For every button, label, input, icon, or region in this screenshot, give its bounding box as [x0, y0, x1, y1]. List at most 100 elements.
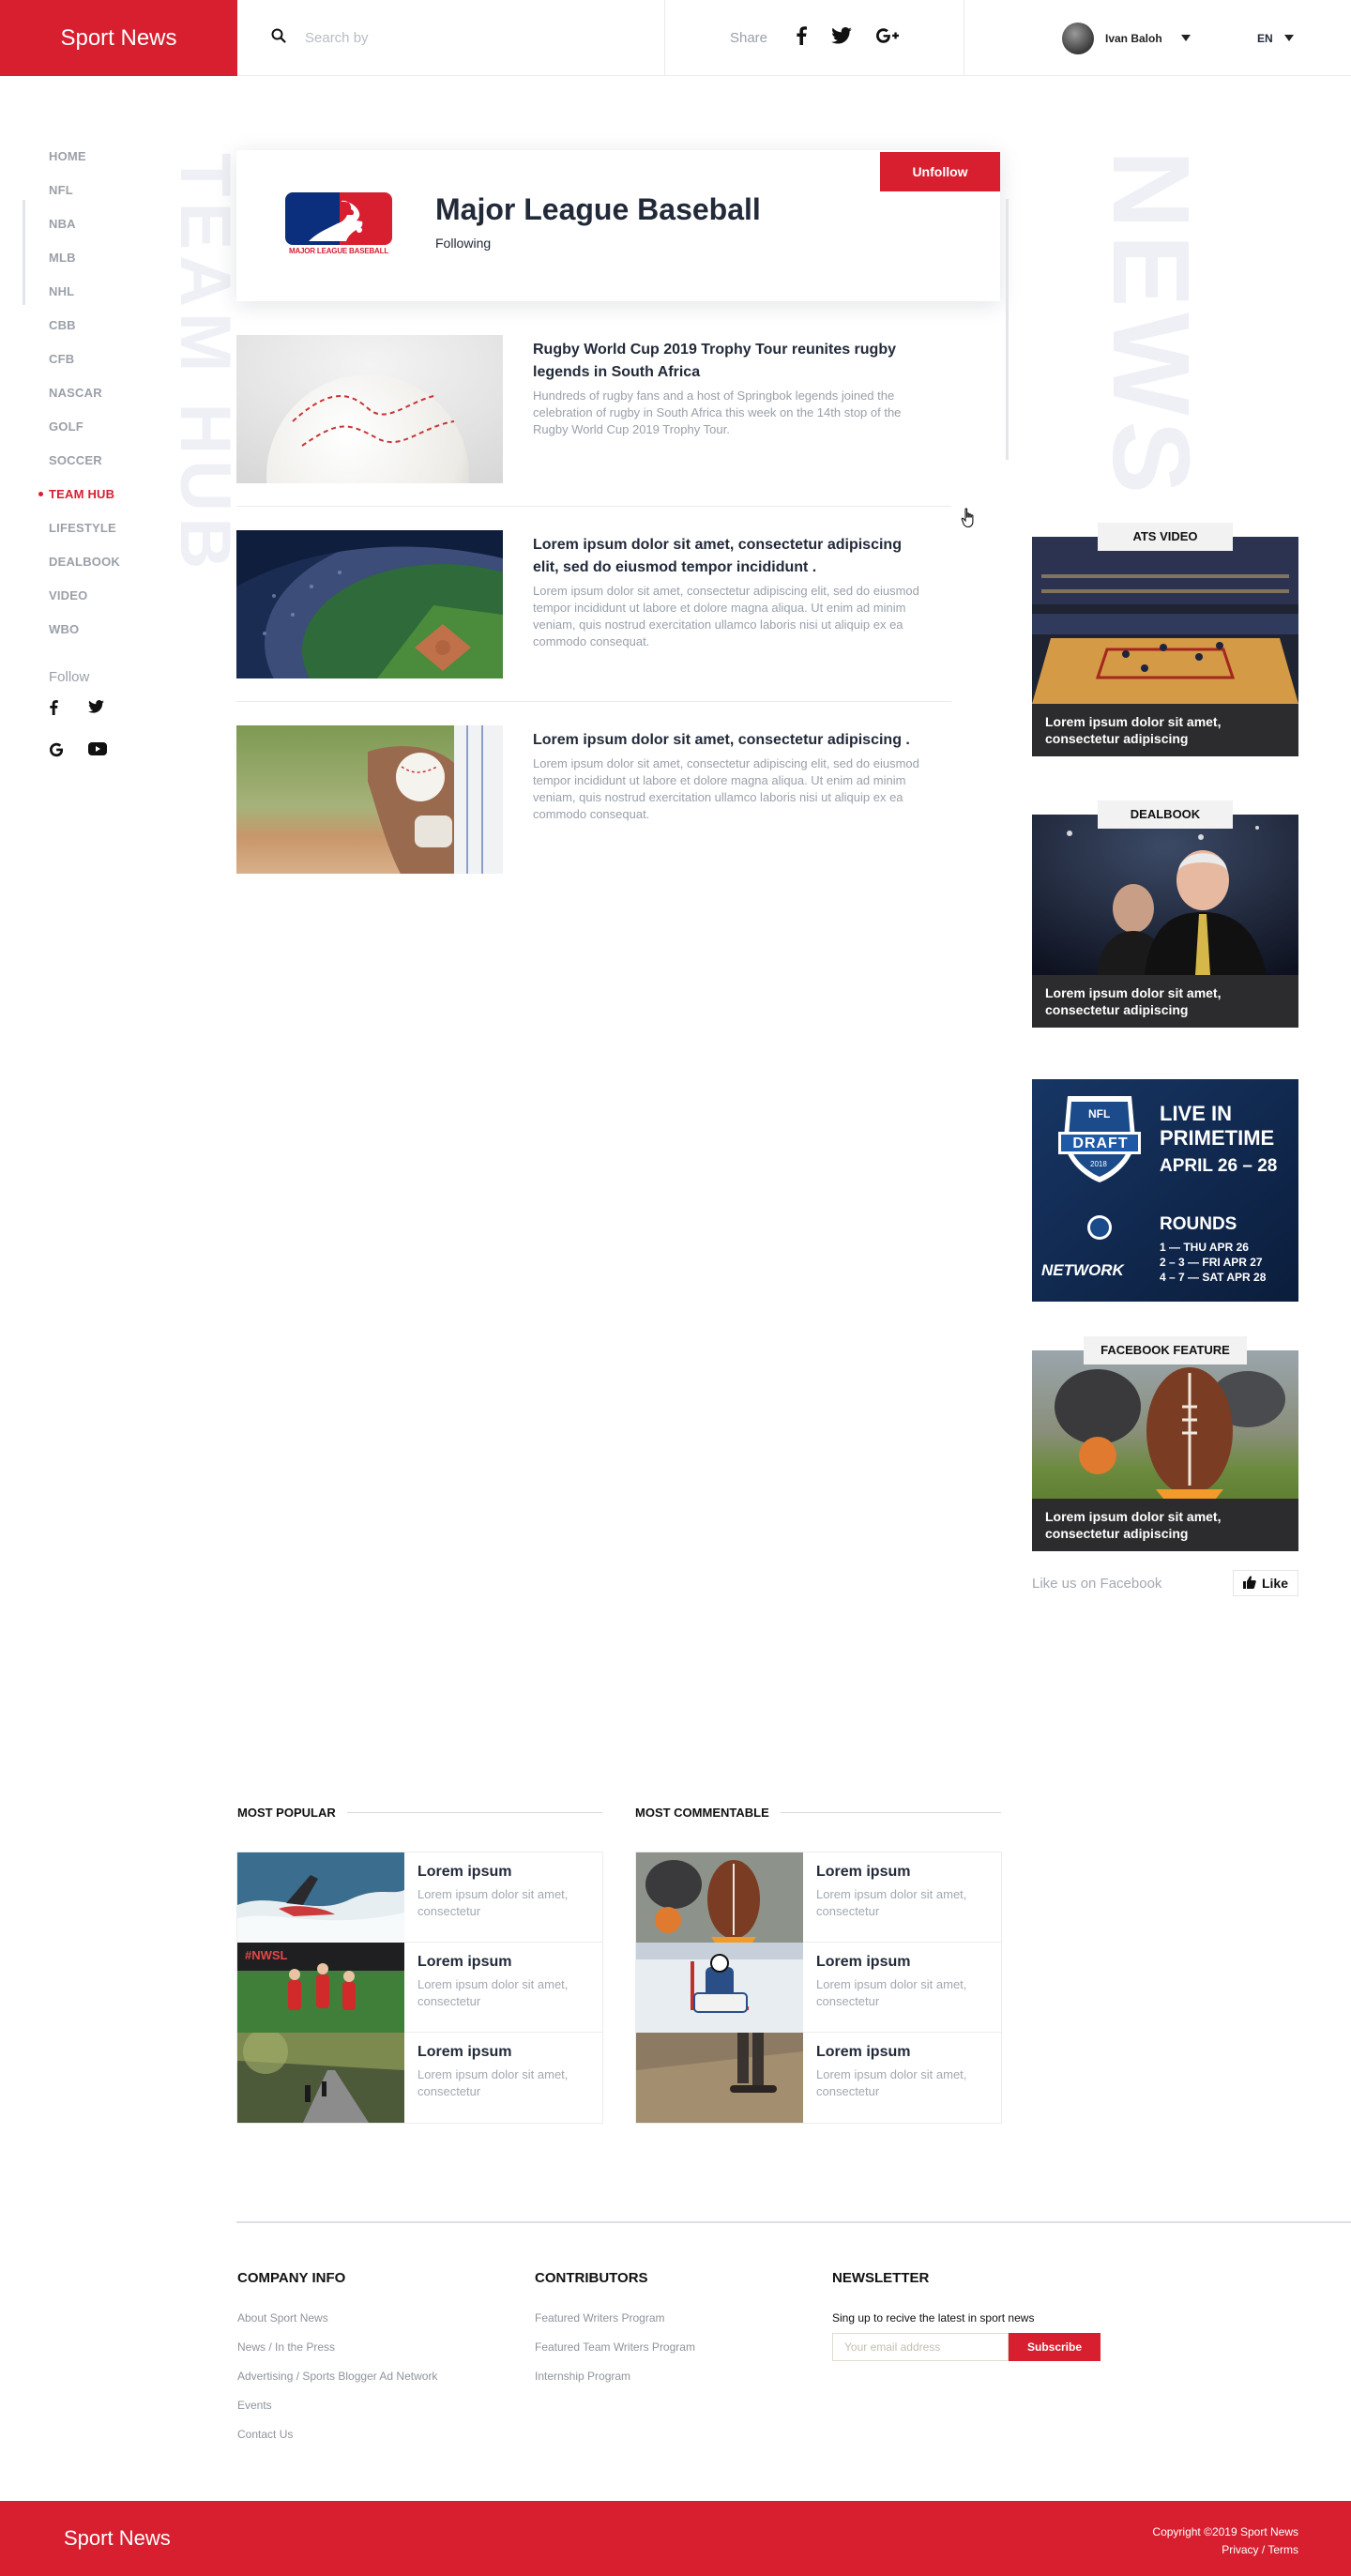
facebook-feature-caption[interactable]: Lorem ipsum dolor sit amet, consectetur … [1032, 1499, 1298, 1551]
list-item-title[interactable]: Lorem ipsum [816, 1864, 910, 1881]
ats-video-thumbnail[interactable] [1032, 537, 1298, 704]
sidebar-item-team-hub[interactable]: TEAM HUB [38, 483, 120, 517]
most-commentable-list: Lorem ipsum Lorem ipsum dolor sit amet, … [635, 1852, 1002, 2124]
article-excerpt: Hundreds of rugby fans and a host of Spr… [533, 389, 902, 436]
list-item-thumbnail[interactable] [237, 1852, 404, 1943]
search-icon[interactable] [271, 28, 286, 48]
sidebar-item-lifestyle[interactable]: LIFESTYLE [49, 517, 120, 551]
footer-heading: NEWSLETTER [832, 2270, 930, 2286]
feed-scrollbar[interactable] [1006, 199, 1009, 460]
sidebar-item-nfl[interactable]: NFL [49, 179, 120, 213]
article-thumbnail-baseball[interactable] [236, 335, 503, 483]
sidebar-item-soccer[interactable]: SOCCER [49, 450, 120, 483]
sidebar-item-wbo[interactable]: WBO [49, 618, 120, 652]
dealbook-widget[interactable]: Lorem ipsum dolor sit amet, consectetur … [1032, 815, 1298, 1028]
list-item-title[interactable]: Lorem ipsum [816, 2044, 910, 2061]
footer-bar: Sport News Copyright ©2019 Sport News Pr… [0, 2501, 1351, 2576]
facebook-icon[interactable] [49, 700, 88, 720]
like-button[interactable]: Like [1232, 1570, 1298, 1596]
most-popular-heading: MOST POPULAR [237, 1806, 602, 1820]
article-title[interactable]: Lorem ipsum dolor sit amet, consectetur … [533, 729, 927, 752]
footer-link-contact[interactable]: Contact Us [237, 2428, 437, 2457]
share-label: Share [729, 30, 768, 46]
article-excerpt: Lorem ipsum dolor sit amet, consectetur … [533, 756, 919, 821]
user-menu[interactable]: Ivan Baloh [964, 0, 1237, 76]
list-item[interactable]: Lorem ipsum Lorem ipsum dolor sit amet, … [237, 2033, 602, 2123]
article-thumbnail-stadium[interactable] [236, 530, 503, 678]
list-item-title[interactable]: Lorem ipsum [417, 1954, 511, 1971]
facebook-icon[interactable] [796, 26, 808, 50]
chevron-down-icon[interactable] [1180, 35, 1191, 41]
twitter-icon[interactable] [831, 27, 852, 49]
list-item-title[interactable]: Lorem ipsum [816, 1954, 910, 1971]
newsletter-email-field[interactable] [832, 2333, 1009, 2361]
nfl-draft-ad[interactable]: NFL DRAFT 2018 LIVE IN PRIMETIME APRIL 2… [1032, 1079, 1298, 1302]
list-item-thumbnail[interactable] [636, 1852, 803, 1943]
search-input[interactable] [305, 30, 586, 46]
list-item[interactable]: Lorem ipsum Lorem ipsum dolor sit amet, … [237, 1852, 602, 1943]
article-item[interactable]: Lorem ipsum dolor sit amet, consectetur … [236, 725, 951, 874]
article-title[interactable]: Rugby World Cup 2019 Trophy Tour reunite… [533, 339, 927, 384]
like-us-text[interactable]: Like us on Facebook [1032, 1576, 1161, 1592]
list-item-title[interactable]: Lorem ipsum [417, 1864, 511, 1881]
subscribe-button[interactable]: Subscribe [1009, 2333, 1101, 2361]
dealbook-thumbnail[interactable] [1032, 815, 1298, 975]
footer-brand[interactable]: Sport News [64, 2526, 171, 2551]
google-plus-icon[interactable] [876, 28, 900, 48]
dealbook-caption[interactable]: Lorem ipsum dolor sit amet, consectetur … [1032, 975, 1298, 1028]
footer-link-featured-writers[interactable]: Featured Writers Program [535, 2311, 695, 2340]
footer-link-internship[interactable]: Internship Program [535, 2370, 695, 2399]
facebook-feature-tag: FACEBOOK FEATURE [1084, 1336, 1247, 1364]
divider [780, 1812, 1001, 1813]
nfl-draft-badge: DRAFT [1072, 1136, 1129, 1151]
article-title[interactable]: Lorem ipsum dolor sit amet, consectetur … [533, 534, 927, 579]
article-thumbnail-pitcher[interactable] [236, 725, 503, 874]
list-item[interactable]: Lorem ipsum Lorem ipsum dolor sit amet, … [636, 1943, 1001, 2033]
unfollow-button[interactable]: Unfollow [880, 152, 1000, 191]
list-item-thumbnail[interactable] [636, 2033, 803, 2123]
sidebar-item-mlb[interactable]: MLB [49, 247, 120, 281]
sidebar-item-nhl[interactable]: NHL [49, 281, 120, 314]
facebook-feature-thumbnail[interactable] [1032, 1350, 1298, 1499]
ad-round-2: 2 – 3 — FRI APR 27 [1160, 1256, 1263, 1269]
youtube-icon[interactable] [88, 742, 128, 762]
sidebar-item-nba[interactable]: NBA [49, 213, 120, 247]
thumbs-up-icon [1242, 1575, 1256, 1592]
sidebar-item-home[interactable]: HOME [49, 145, 120, 179]
ats-video-widget[interactable]: Lorem ipsum dolor sit amet, consectetur … [1032, 537, 1298, 756]
list-item-thumbnail[interactable] [636, 1943, 803, 2033]
list-item-thumbnail[interactable] [237, 2033, 404, 2123]
top-header: Sport News Share Ivan Baloh EN [0, 0, 1351, 76]
google-icon[interactable] [49, 742, 88, 762]
facebook-feature-widget[interactable]: Lorem ipsum dolor sit amet, consectetur … [1032, 1350, 1298, 1551]
sidebar-item-golf[interactable]: GOLF [49, 416, 120, 450]
sidebar-item-video[interactable]: VIDEO [49, 585, 120, 618]
avatar[interactable] [1062, 22, 1094, 54]
footer-link-advertising[interactable]: Advertising / Sports Blogger Ad Network [237, 2370, 437, 2399]
footer-heading: COMPANY INFO [237, 2270, 346, 2286]
most-popular-title: MOST POPULAR [237, 1806, 336, 1820]
footer-link-about[interactable]: About Sport News [237, 2311, 437, 2340]
list-item[interactable]: Lorem ipsum Lorem ipsum dolor sit amet, … [636, 1852, 1001, 1943]
footer-link-news[interactable]: News / In the Press [237, 2340, 437, 2370]
search-bar [237, 0, 665, 76]
sidebar-item-nascar[interactable]: NASCAR [49, 382, 120, 416]
sidebar-item-dealbook[interactable]: DEALBOOK [49, 551, 120, 585]
privacy-terms-link[interactable]: Privacy / Terms [1152, 2541, 1298, 2559]
vertical-title-team-hub: TEAM HUB [165, 153, 245, 575]
article-item[interactable]: Rugby World Cup 2019 Trophy Tour reunite… [236, 335, 951, 507]
sidebar-item-cbb[interactable]: CBB [49, 314, 120, 348]
sidebar-item-cfb[interactable]: CFB [49, 348, 120, 382]
list-item-title[interactable]: Lorem ipsum [417, 2044, 511, 2061]
footer-link-team-writers[interactable]: Featured Team Writers Program [535, 2340, 695, 2370]
brand-logo[interactable]: Sport News [0, 0, 237, 76]
twitter-icon[interactable] [88, 700, 128, 720]
list-item[interactable]: #NWSL Lorem ipsum Lorem ipsum dolor sit … [237, 1943, 602, 2033]
footer-link-events[interactable]: Events [237, 2399, 437, 2428]
chevron-down-icon[interactable] [1283, 35, 1294, 41]
ats-video-caption[interactable]: Lorem ipsum dolor sit amet, consectetur … [1032, 704, 1298, 756]
article-item[interactable]: Lorem ipsum dolor sit amet, consectetur … [236, 530, 951, 702]
list-item-thumbnail[interactable]: #NWSL [237, 1943, 404, 2033]
list-item[interactable]: Lorem ipsum Lorem ipsum dolor sit amet, … [636, 2033, 1001, 2123]
language-select[interactable]: EN [1257, 0, 1294, 76]
